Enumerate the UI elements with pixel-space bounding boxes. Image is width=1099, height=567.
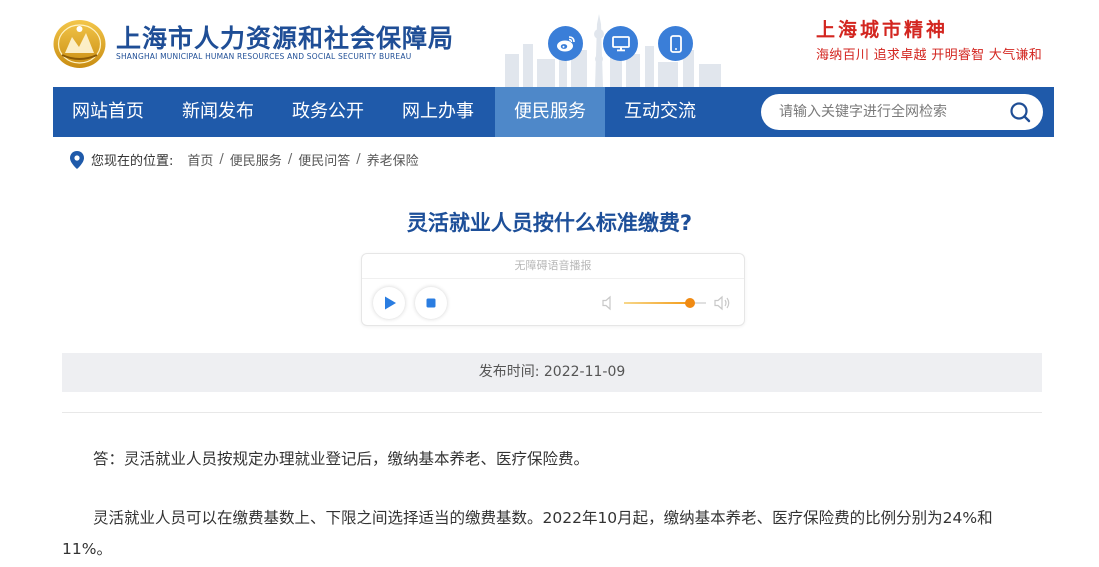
breadcrumb-faq[interactable]: 便民问答 <box>298 150 350 169</box>
audio-player: 无障碍语音播报 <box>361 253 745 326</box>
weibo-button[interactable] <box>548 26 583 61</box>
article-title: 灵活就业人员按什么标准缴费? <box>406 211 693 235</box>
breadcrumb-separator: / <box>287 152 293 167</box>
slogan-title: 上海城市精神 <box>816 19 949 41</box>
breadcrumb: 您现在的位置: 首页 / 便民服务 / 便民问答 / 养老保险 <box>70 150 419 169</box>
bureau-logo-icon[interactable] <box>52 17 107 69</box>
location-pin-icon <box>70 150 84 169</box>
main-nav: 网站首页 新闻发布 政务公开 网上办事 便民服务 互动交流 <box>53 87 1054 137</box>
nav-item-gov-affairs[interactable]: 政务公开 <box>273 87 383 137</box>
nav-item-news[interactable]: 新闻发布 <box>163 87 273 137</box>
mobile-site-button[interactable] <box>658 26 693 61</box>
breadcrumb-label: 您现在的位置: <box>91 154 174 169</box>
nav-item-online-services[interactable]: 网上办事 <box>383 87 493 137</box>
player-caption: 无障碍语音播报 <box>362 254 744 279</box>
volume-slider[interactable] <box>624 298 706 308</box>
nav-item-public-services[interactable]: 便民服务 <box>495 87 605 137</box>
desktop-icon <box>611 35 630 51</box>
play-icon <box>385 296 396 310</box>
volume-high-icon[interactable] <box>714 295 732 311</box>
nav-item-interaction[interactable]: 互动交流 <box>605 87 715 137</box>
divider <box>62 412 1042 413</box>
stop-icon <box>426 298 436 308</box>
slogan-text: 海纳百川 追求卓越 开明睿智 大气谦和 <box>816 48 1043 63</box>
breadcrumb-home[interactable]: 首页 <box>187 150 213 169</box>
article-paragraph-2: 灵活就业人员可以在缴费基数上、下限之间选择适当的缴费基数。2022年10月起，缴… <box>62 509 993 558</box>
search-input[interactable] <box>779 94 999 130</box>
play-button[interactable] <box>373 287 405 319</box>
publish-date: 发布时间: 2022-11-09 <box>62 353 1042 392</box>
mobile-icon <box>669 34 682 53</box>
site-header: 上海市人力资源和社会保障局 SHANGHAI MUNICIPAL HUMAN R… <box>0 0 1099 87</box>
nav-item-home[interactable]: 网站首页 <box>53 87 163 137</box>
volume-slider-fill <box>624 302 690 304</box>
article-paragraph-1: 答：灵活就业人员按规定办理就业登记后，缴纳基本养老、医疗保险费。 <box>93 450 590 468</box>
weibo-icon <box>556 35 575 51</box>
breadcrumb-public-services[interactable]: 便民服务 <box>230 150 282 169</box>
site-title[interactable]: 上海市人力资源和社会保障局 <box>116 19 454 55</box>
volume-low-icon[interactable] <box>602 295 616 311</box>
search-icon[interactable] <box>1009 101 1031 123</box>
breadcrumb-separator: / <box>356 152 361 167</box>
volume-slider-handle[interactable] <box>684 298 695 308</box>
breadcrumb-pension[interactable]: 养老保险 <box>367 150 419 169</box>
search-box <box>761 94 1043 130</box>
desktop-site-button[interactable] <box>603 26 638 61</box>
breadcrumb-separator: / <box>219 152 224 167</box>
stop-button[interactable] <box>415 287 447 319</box>
site-subtitle: SHANGHAI MUNICIPAL HUMAN RESOURCES AND S… <box>116 52 412 61</box>
